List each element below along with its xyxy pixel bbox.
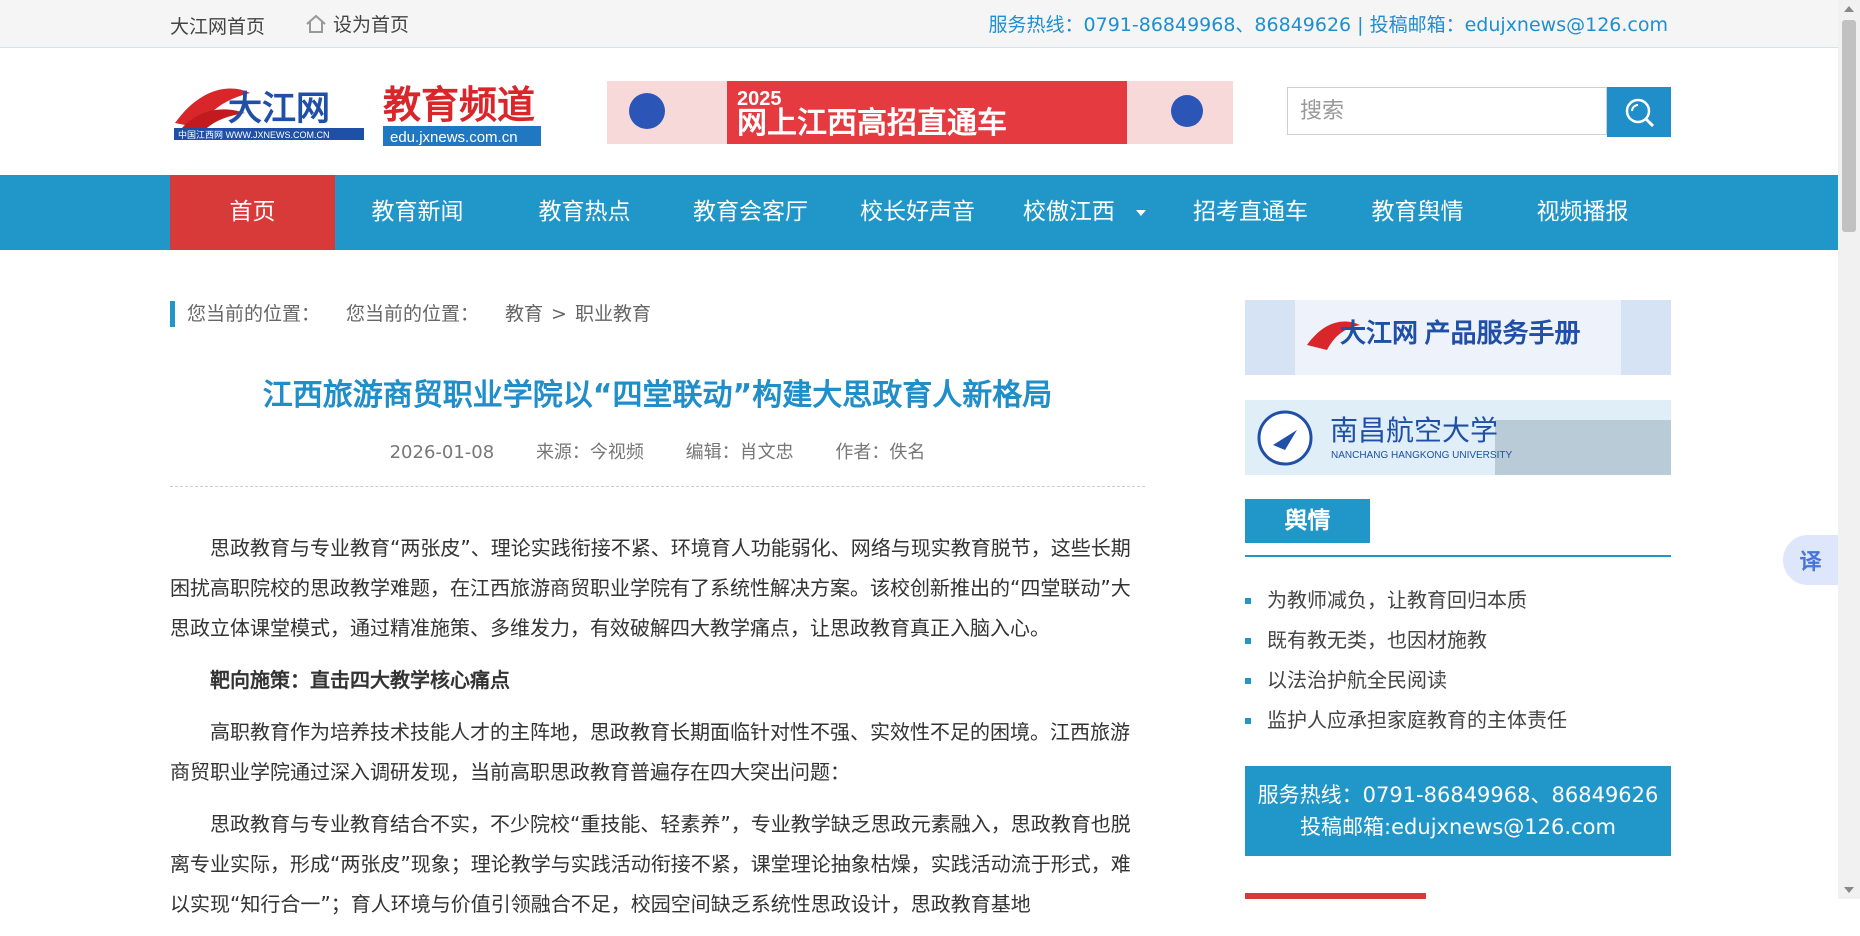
breadcrumb-label-2: 您当前的位置： (346, 303, 480, 325)
article-editor: 编辑：肖文忠 (685, 442, 794, 463)
gaokao-banner[interactable]: 2025 网上江西高招直通车 (607, 81, 1233, 144)
yuqing-header: 舆情 (1245, 499, 1671, 557)
nav-xiaoao-jiangxi[interactable]: 校傲江西 (1002, 175, 1167, 250)
breadcrumb-label: 您当前的位置： (187, 303, 321, 325)
scroll-up-icon[interactable] (1844, 6, 1854, 12)
search-button[interactable] (1607, 87, 1671, 137)
article-paragraph: 高职教育作为培养技术技能人才的主阵地，思政教育长期面临针对性不强、实效性不足的困… (170, 720, 1130, 784)
article-date: 2026-01-08 (389, 442, 495, 463)
nav-home[interactable]: 首页 (170, 175, 335, 250)
search-area: 搜索 (1287, 87, 1671, 137)
section-header-stub (1245, 893, 1426, 899)
nav-edu-salon[interactable]: 教育会客厅 (668, 175, 833, 250)
logo-text-1: 大江网 (228, 90, 330, 128)
dajiang-home-link[interactable]: 大江网首页 (170, 12, 265, 39)
search-input[interactable]: 搜索 (1287, 87, 1607, 135)
set-home-link[interactable]: 设为首页 (305, 10, 409, 37)
nav-public-opinion[interactable]: 教育舆情 (1335, 175, 1500, 250)
breadcrumb: 您当前的位置： 您当前的位置： 教育 > 职业教育 (170, 301, 677, 327)
translate-icon: 译 (1799, 550, 1822, 575)
article-paragraph: 思政教育与专业教育“两张皮”、理论实践衔接不紧、环境育人功能弱化、网络与现实教育… (170, 536, 1131, 640)
banner-text: 网上江西高招直通车 (737, 106, 1007, 140)
article-meta: 2026-01-08 来源：今视频 编辑：肖文忠 作者：佚名 (170, 438, 1145, 464)
top-bar: 大江网首页 设为首页 服务热线：0791-86849968、86849626 |… (0, 0, 1838, 48)
nav-edu-news[interactable]: 教育新闻 (335, 175, 500, 250)
article-source: 来源：今视频 (535, 442, 644, 463)
home-icon (306, 14, 326, 33)
product-manual-ad[interactable]: 大江网 产品服务手册 (1245, 300, 1671, 375)
nchu-ad[interactable]: 南昌航空大学 NANCHANG HANGKONG UNIVERSITY (1245, 400, 1671, 475)
breadcrumb-separator: > (551, 303, 567, 325)
logo-text-2: 教育频道 (383, 85, 535, 127)
set-home-label: 设为首页 (333, 14, 410, 36)
article-body: 思政教育与专业教育“两张皮”、理论实践衔接不紧、环境育人功能弱化、网络与现实教育… (170, 528, 1135, 936)
service-box: 服务热线：0791-86849968、86849626 投稿邮箱:edujxne… (1245, 766, 1671, 856)
breadcrumb-education[interactable]: 教育 (505, 303, 543, 325)
contact-info: 服务热线：0791-86849968、86849626 | 投稿邮箱：edujx… (988, 14, 1668, 36)
nav-exam-express[interactable]: 招考直通车 (1168, 175, 1333, 250)
translate-button[interactable]: 译 (1783, 535, 1838, 585)
list-item[interactable]: 既有教无类，也因材施教 (1245, 620, 1671, 660)
ad1-text: 大江网 产品服务手册 (1340, 319, 1581, 348)
nav-xiaoao-label: 校傲江西 (1022, 199, 1115, 225)
nav-principal-voice[interactable]: 校长好声音 (835, 175, 1000, 250)
site-logo[interactable]: 大江网 中国江西网 WWW.JXNEWS.COM.CN 教育频道 edu.jxn… (170, 78, 545, 150)
search-icon (1625, 98, 1655, 128)
scroll-down-icon[interactable] (1844, 887, 1854, 893)
logo-sub-1: 中国江西网 WWW.JXNEWS.COM.CN (178, 129, 330, 140)
list-item[interactable]: 以法治护航全民阅读 (1245, 660, 1671, 700)
list-item[interactable]: 为教师减负，让教育回归本质 (1245, 580, 1671, 620)
nav-edu-hot[interactable]: 教育热点 (502, 175, 667, 250)
article-paragraph: 思政教育与专业教育结合不实，不少院校“重技能、轻素养”，专业教学缺乏思政元素融入… (170, 812, 1131, 916)
scrollbar-thumb[interactable] (1842, 20, 1856, 232)
list-item[interactable]: 监护人应承担家庭教育的主体责任 (1245, 700, 1671, 740)
article-subheading: 靶向施策：直击四大教学核心痛点 (210, 668, 510, 692)
yuqing-list: 为教师减负，让教育回归本质 既有教无类，也因材施教 以法治护航全民阅读 监护人应… (1245, 580, 1671, 740)
logo-sub-2: edu.jxnews.com.cn (390, 129, 518, 146)
scrollbar[interactable] (1838, 0, 1860, 899)
main-nav: 首页 教育新闻 教育热点 教育会客厅 校长好声音 校傲江西 招考直通车 教育舆情… (0, 175, 1838, 250)
breadcrumb-vocational[interactable]: 职业教育 (575, 303, 651, 325)
divider (170, 486, 1145, 487)
service-hotline: 服务热线：0791-86849968、86849626 (1257, 783, 1659, 807)
article-title: 江西旅游商贸职业学院以“四堂联动”构建大思政育人新格局 (262, 378, 1053, 413)
article-author: 作者：佚名 (835, 442, 926, 463)
service-email: 投稿邮箱:edujxnews@126.com (1300, 815, 1616, 839)
chevron-down-icon (1136, 209, 1147, 216)
nav-video[interactable]: 视频播报 (1500, 175, 1665, 250)
yuqing-tab[interactable]: 舆情 (1245, 499, 1370, 543)
ad2-sub: NANCHANG HANGKONG UNIVERSITY (1331, 450, 1512, 461)
ad2-text: 南昌航空大学 (1330, 415, 1498, 447)
